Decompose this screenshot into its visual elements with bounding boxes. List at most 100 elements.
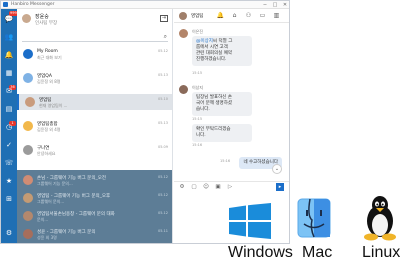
chat-time: 05.09 xyxy=(157,145,168,149)
gear-icon[interactable]: ⚙ xyxy=(3,227,15,239)
list-item[interactable]: 영업QA 김윤정 외 8명 05.13 xyxy=(17,70,172,86)
message-time: 15:15 xyxy=(192,117,203,121)
platform-label-windows: Windows xyxy=(228,244,293,261)
list-item[interactable]: 영업팀서울손님용창 - 그룹웨어 문의 대화 문의... 05.12 xyxy=(17,208,172,225)
windows-logo-icon xyxy=(229,203,271,239)
close-button[interactable]: ✕ xyxy=(280,1,289,9)
mac-finder-icon xyxy=(297,198,331,238)
search-input[interactable] xyxy=(22,33,152,41)
avatar xyxy=(23,121,33,131)
check-icon[interactable]: ✓ xyxy=(3,139,15,151)
list-item[interactable]: 성윤 - 그룹웨어 기능 버그 문의 성윤 외 3명 05.11 xyxy=(17,226,172,243)
maximize-button[interactable]: □ xyxy=(270,1,280,9)
bookmark-icon[interactable]: ★ xyxy=(3,175,15,187)
message-time: 15:16 xyxy=(220,159,231,163)
chat-preview: 성윤 외 3명 xyxy=(37,235,57,240)
chat-preview: 문의... xyxy=(37,217,49,222)
message-sender: 이은진 xyxy=(192,29,204,34)
sidebar: 💬 999 👥 🔔 ▦ 36 ✉ ▤ 1 ◷ ✓ ☏ ★ ⊞ ⚙ xyxy=(1,9,18,243)
bell-icon[interactable]: 🔔 xyxy=(216,11,225,20)
chat-preview: 김윤정 외 4명 xyxy=(37,127,61,132)
composer-toolbar: ⚙ ▢ ☺ ▣ ▷ ▸ xyxy=(174,181,289,191)
layout-icon[interactable]: ▥ xyxy=(272,11,281,20)
mention-tag[interactable]: @이상지 xyxy=(196,39,213,44)
chat-time: 05.12 xyxy=(157,193,168,197)
grid-icon[interactable]: ⊞ xyxy=(3,193,15,205)
chat-time: 05.13 xyxy=(157,121,168,125)
logout-icon[interactable]: ⇥ xyxy=(160,15,168,22)
settings-icon[interactable]: ⚙ xyxy=(178,183,186,191)
message-bubble: 확인 부탁드리겠습 니다. xyxy=(192,124,252,142)
chat-preview: 김윤정 외 8명 xyxy=(37,79,61,84)
users-icon[interactable]: 👥 xyxy=(3,31,15,43)
avatar xyxy=(25,97,35,107)
chat-name: My Room xyxy=(37,49,58,54)
avatar xyxy=(179,29,188,38)
avatar xyxy=(23,145,33,155)
list-item[interactable]: My Room 최근 대화 보기 05.12 xyxy=(17,46,172,62)
minimize-button[interactable]: − xyxy=(260,1,270,9)
chat-preview: 최근 대화 보기 xyxy=(37,55,62,60)
avatar xyxy=(23,175,33,185)
message-sender: 이상지 xyxy=(192,85,204,90)
avatar xyxy=(179,12,187,20)
avatar xyxy=(23,193,33,203)
image-icon[interactable]: ▣ xyxy=(214,183,222,191)
list-item[interactable]: 구나연 안녕하세요 05.09 xyxy=(17,142,172,158)
chat-list-panel: 장윤숭 인사팀 부장 ⇥ ⌕ My Room 최근 대화 보기 05.12 영업… xyxy=(17,9,173,243)
chat-name: 영업팀서울손님용창 - 그룹웨어 문의 대화 xyxy=(37,212,115,217)
conversation-header: 영업팀 🔔 ⌂ ⚇ ▭ ▥ xyxy=(174,9,289,23)
window-title: Hanbiro Messenger xyxy=(11,2,55,7)
emoji-icon[interactable]: ☺ xyxy=(202,183,210,191)
list-item[interactable]: 손님 - 그룹웨어 기능 버그 문의_오전 그룹웨어 기능 문의... 05.1… xyxy=(17,172,172,189)
folder-icon[interactable]: ▭ xyxy=(258,11,267,20)
message-time: 15:16 xyxy=(192,143,203,147)
chat-time: 05.12 xyxy=(157,175,168,179)
platform-label-linux: Linux xyxy=(362,244,400,261)
chat-preview: 안녕하세요 xyxy=(37,151,56,156)
linux-tux-icon xyxy=(364,196,396,241)
avatar xyxy=(23,211,33,221)
send-icon[interactable]: ▸ xyxy=(276,183,284,191)
message-text: 팀장님 발표하신 손 국어 분께 생명하셨 습니다. xyxy=(196,95,232,112)
chat-time: 05.12 xyxy=(157,211,168,215)
chat-preview: 현재 영업팀이 ... xyxy=(39,103,68,108)
avatar[interactable] xyxy=(22,14,31,23)
title-bar: Hanbiro Messenger − □ ✕ xyxy=(1,1,289,9)
chat-preview: 그룹웨어 기능 문의... xyxy=(37,181,73,186)
avatar xyxy=(23,49,33,59)
person-add-icon[interactable]: ⚇ xyxy=(244,11,253,20)
avatar xyxy=(179,85,188,94)
chat-time: 05.11 xyxy=(157,229,168,233)
message-time: 15:15 xyxy=(192,71,203,75)
message-text: 확인 부탁드리겠습 니다. xyxy=(196,127,231,138)
chat-time: 05.13 xyxy=(157,73,168,77)
message-bubble: 팀장님 발표하신 손 국어 분께 생명하셨 습니다. xyxy=(192,92,252,116)
doc-icon[interactable]: ▤ xyxy=(3,103,15,115)
calendar-icon[interactable]: ▦ xyxy=(3,67,15,79)
chat-list-overflow: 손님 - 그룹웨어 기능 버그 문의_오전 그룹웨어 기능 문의... 05.1… xyxy=(17,170,172,243)
attach-icon[interactable]: ▢ xyxy=(190,183,198,191)
profile-name: 장윤숭 xyxy=(35,14,49,20)
avatar xyxy=(23,229,33,239)
profile-header: 장윤숭 인사팀 부장 ⇥ xyxy=(17,9,172,33)
clock-icon[interactable]: ◷ xyxy=(3,121,15,133)
search-icon[interactable]: ⌕ xyxy=(164,33,167,41)
list-item[interactable]: 영업팀 - 그룹웨어 기능 버그 문의_오후 그룹웨어 문의... 05.12 xyxy=(17,190,172,207)
platform-label-mac: Mac xyxy=(302,244,333,261)
list-item-selected[interactable]: 영업팀 현재 영업팀이 ... 05.10 xyxy=(17,94,172,110)
chat-icon[interactable]: ⌂ xyxy=(230,11,239,20)
mail-icon[interactable]: ✉ xyxy=(3,85,15,97)
bell-icon[interactable]: 🔔 xyxy=(3,49,15,61)
video-icon[interactable]: ▷ xyxy=(226,183,234,191)
chat-time: 05.10 xyxy=(157,97,168,101)
list-item[interactable]: 영업팀총합 김윤정 외 4명 05.13 xyxy=(17,118,172,134)
search-box: ⌕ xyxy=(22,33,168,42)
chat-preview: 그룹웨어 문의... xyxy=(37,199,65,204)
message-bubble: @이상지씨 덕열 그 룹에서 시연 고객 관련 대회의실 예약 진행하겠습니다. xyxy=(192,36,252,66)
profile-status: 인사팀 부장 xyxy=(35,21,58,26)
scroll-down-button[interactable]: ⌄ xyxy=(272,164,282,174)
conversation-title: 영업팀 xyxy=(191,14,204,19)
chat-time: 05.12 xyxy=(157,49,168,53)
phone-icon[interactable]: ☏ xyxy=(3,157,15,169)
